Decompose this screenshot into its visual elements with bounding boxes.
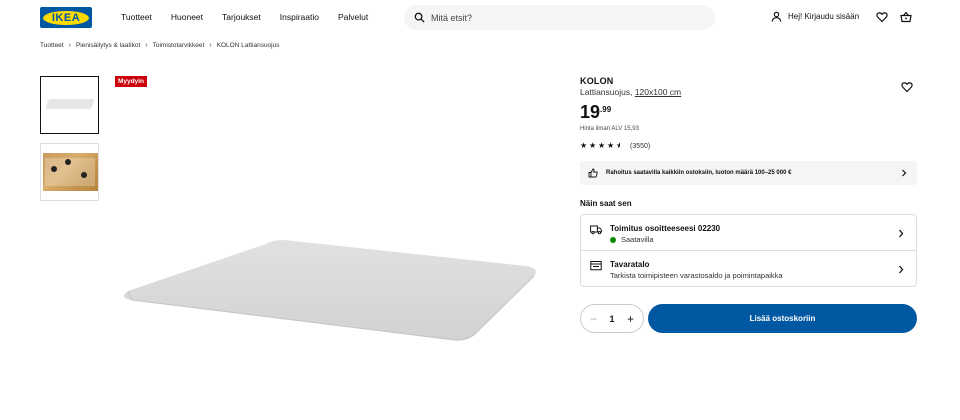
login-link[interactable]: Hej! Kirjaudu sisään: [771, 11, 859, 22]
store-title: Tavaratalo: [610, 260, 650, 269]
product-type: Lattiansuojus,: [580, 87, 633, 97]
delivery-status-text: Saatavilla: [621, 235, 654, 244]
product-image: [123, 240, 536, 341]
thumbnail-product[interactable]: [40, 76, 99, 134]
breadcrumb: Tuotteet › Pienisäilytys & laatikot › To…: [40, 42, 279, 49]
price-integer: 19: [580, 102, 601, 122]
product-price: 19 .99: [580, 102, 611, 123]
rating-stars: ★ ★ ★ ★ ★: [580, 142, 624, 150]
chevron-right-icon: ›: [145, 42, 148, 49]
favourites-heart-icon[interactable]: [876, 11, 888, 23]
shopping-bag-icon[interactable]: [900, 11, 912, 23]
nav-item-tuotteet[interactable]: Tuotteet: [121, 12, 152, 22]
product-description: Lattiansuojus, 120x100 cm: [580, 87, 681, 97]
home-delivery-option[interactable]: Toimitus osoitteeseesi 02230 Saatavilla: [581, 215, 916, 251]
nav-item-palvelut[interactable]: Palvelut: [338, 12, 368, 22]
chevron-right-icon: ›: [209, 42, 212, 49]
nav-item-huoneet[interactable]: Huoneet: [171, 12, 203, 22]
available-dot: [610, 236, 616, 243]
star-icon: ★: [589, 141, 597, 150]
price-without-vat: Hinta ilman ALV 15,93: [580, 126, 639, 132]
thumbnail-mat-shape: [45, 99, 95, 109]
star-icon: ★: [607, 141, 615, 150]
star-icon: ★: [616, 141, 624, 150]
quantity-stepper: − 1 +: [580, 304, 644, 333]
nav-item-inspiraatio[interactable]: Inspiraatio: [280, 12, 319, 22]
decrease-quantity-button[interactable]: −: [590, 313, 597, 325]
main-nav: Tuotteet Huoneet Tarjoukset Inspiraatio …: [121, 12, 387, 22]
chevron-right-icon: [899, 229, 904, 238]
financing-banner[interactable]: Rahoitus saatavilla kaikkiin ostoksiin, …: [580, 161, 917, 185]
search-input[interactable]: [431, 12, 691, 23]
ikea-logo[interactable]: IKEA: [40, 7, 92, 28]
breadcrumb-item[interactable]: Pienisäilytys & laatikot: [76, 42, 140, 49]
quantity-value[interactable]: 1: [609, 314, 614, 324]
chair-wheel: [65, 159, 71, 165]
review-count: (3550): [630, 142, 651, 150]
login-label: Hej! Kirjaudu sisään: [788, 12, 860, 21]
bestseller-badge: Myydyin: [115, 76, 148, 87]
add-to-cart-button[interactable]: Lisää ostoskoriin: [648, 304, 917, 333]
search-icon: [414, 12, 425, 23]
star-icon: ★: [580, 141, 588, 150]
breadcrumb-current: KOLON Lattiansuojus: [216, 42, 280, 49]
nav-item-tarjoukset[interactable]: Tarjoukset: [222, 12, 261, 22]
add-to-favourites-heart-icon[interactable]: [901, 81, 913, 93]
chair-wheel: [51, 166, 57, 172]
store-subtitle: Tarkista toimipisteen varastosaldo ja po…: [610, 271, 783, 280]
chevron-right-icon: ›: [68, 42, 71, 49]
logo-oval: IKEA: [43, 10, 89, 25]
product-size-link[interactable]: 120x100 cm: [635, 87, 681, 97]
store-option[interactable]: Tavaratalo Tarkista toimipisteen varasto…: [581, 251, 916, 287]
search-bar[interactable]: [404, 5, 715, 30]
thumbs-up-icon: [588, 168, 598, 178]
truck-icon: [590, 225, 602, 235]
price-decimal: .99: [600, 105, 612, 114]
site-header: IKEA Tuotteet Huoneet Tarjoukset Inspira…: [0, 0, 960, 36]
user-icon: [771, 11, 782, 22]
delivery-title: Toimitus osoitteeseesi 02230: [610, 224, 721, 233]
chevron-right-icon: [899, 265, 904, 274]
thumbnail-in-use[interactable]: [40, 143, 99, 201]
increase-quantity-button[interactable]: +: [627, 313, 634, 325]
breadcrumb-item[interactable]: Tuotteet: [40, 42, 64, 49]
delivery-section-title: Näin saat sen: [580, 199, 632, 208]
delivery-status: Saatavilla: [610, 235, 654, 244]
chair-wheel: [81, 172, 87, 178]
star-icon: ★: [598, 141, 606, 150]
delivery-options: Toimitus osoitteeseesi 02230 Saatavilla …: [580, 214, 917, 287]
chevron-right-icon: [902, 169, 907, 177]
product-name: KOLON: [580, 76, 614, 86]
breadcrumb-item[interactable]: Toimistotarvikkeet: [153, 42, 205, 49]
logo-text: IKEA: [51, 11, 81, 24]
store-icon: [590, 261, 602, 271]
financing-text: Rahoitus saatavilla kaikkiin ostoksiin, …: [606, 170, 792, 176]
product-rating[interactable]: ★ ★ ★ ★ ★ (3550): [580, 142, 650, 150]
